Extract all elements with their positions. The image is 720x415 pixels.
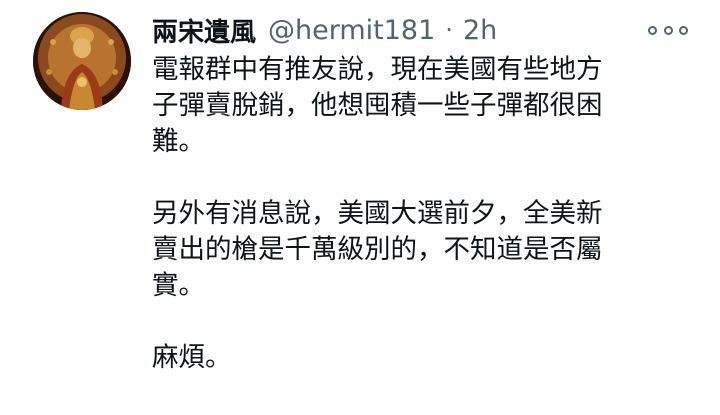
user-handle[interactable]: @hermit181 — [268, 15, 435, 46]
avatar[interactable] — [33, 12, 131, 110]
separator-dot: · — [445, 16, 453, 44]
timestamp[interactable]: 2h — [463, 15, 497, 46]
tweet-text: 電報群中有推友說，現在美國有些地方 子彈賣脫銷，他想囤積一些子彈都很困 難。 另… — [152, 52, 692, 412]
more-options-icon[interactable] — [648, 18, 688, 42]
display-name[interactable]: 兩宋遺風 — [152, 12, 256, 49]
more-dot — [679, 25, 688, 35]
tweet-paragraph: 麻煩。 — [152, 342, 232, 373]
more-dot — [648, 25, 657, 35]
tweet[interactable]: 兩宋遺風 @hermit181 · 2h 電報群中有推友說，現在美國有些地方 子… — [0, 0, 720, 415]
tweet-paragraph: 另外有消息說，美國大選前夕，全美新 賣出的槍是千萬級別的，不知道是否屬 實。 — [152, 198, 603, 301]
more-dot — [663, 25, 673, 35]
tweet-paragraph: 電報群中有推友說，現在美國有些地方 子彈賣脫銷，他想囤積一些子彈都很困 難。 — [152, 54, 603, 157]
avatar-image — [33, 12, 131, 110]
tweet-header: 兩宋遺風 @hermit181 · 2h — [152, 10, 497, 50]
